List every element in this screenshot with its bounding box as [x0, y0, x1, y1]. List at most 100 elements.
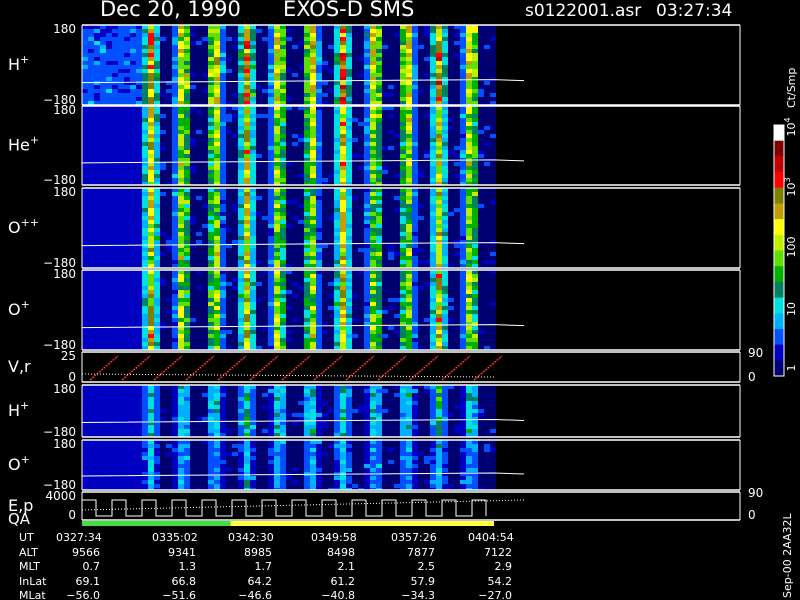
spectrogram-cell — [112, 326, 118, 330]
spectrogram-cell — [82, 150, 88, 154]
spectrogram-cell — [328, 37, 334, 41]
spectrogram-cell — [172, 286, 178, 290]
spectrogram-cell — [130, 69, 136, 73]
spectrogram-cell — [298, 248, 304, 252]
spectrogram-cell — [130, 166, 136, 170]
spectrogram-cell — [166, 166, 172, 170]
spectrogram-cell — [388, 126, 394, 130]
spectrogram-cell — [388, 73, 394, 77]
spectrogram-cell — [382, 53, 388, 57]
spectrogram-cell — [448, 252, 454, 256]
spectrogram-cell — [94, 330, 100, 334]
spectrogram-cell — [388, 162, 394, 166]
spectrogram-cell — [382, 146, 388, 150]
spectrogram-cell — [190, 216, 196, 220]
spectrogram-cell — [304, 204, 310, 208]
spectrogram-cell — [292, 146, 298, 150]
spectrogram-cell — [100, 65, 106, 69]
spectrogram-cell — [442, 53, 448, 57]
spectrogram-cell — [256, 240, 262, 244]
spectrogram-cell — [178, 294, 184, 298]
spectrogram-cell — [250, 294, 256, 298]
spectrogram-cell — [130, 89, 136, 93]
spectrogram-cell — [148, 224, 154, 228]
spectrogram-cell — [412, 154, 418, 158]
spectrogram-cell — [286, 260, 292, 264]
spectrogram-cell — [202, 158, 208, 162]
spectrogram-cell — [454, 142, 460, 146]
spectrogram-cell — [406, 170, 412, 174]
spectrogram-cell — [298, 216, 304, 220]
spectrogram-cell — [286, 162, 292, 166]
spectrogram-cell — [424, 57, 430, 61]
spectrogram-cell — [112, 118, 118, 122]
spectrogram-cell — [394, 162, 400, 166]
spectrogram-cell — [178, 330, 184, 334]
spectrogram-cell — [142, 110, 148, 114]
spectrogram-cell — [280, 208, 286, 212]
spectrogram-cell — [472, 97, 478, 101]
spectrogram-cell — [436, 232, 442, 236]
spectrogram-cell — [88, 282, 94, 286]
spectrogram-cell — [418, 122, 424, 126]
spectrogram-cell — [232, 196, 238, 200]
spectrogram-cell — [328, 178, 334, 182]
spectrogram-cell — [208, 89, 214, 93]
spectrogram-cell — [388, 45, 394, 49]
spectrogram-cell — [130, 282, 136, 286]
spectrogram-cell — [232, 178, 238, 182]
spectrogram-cell — [172, 154, 178, 158]
spectrogram-cell — [142, 256, 148, 260]
spectrogram-cell — [394, 49, 400, 53]
spectrogram-cell — [82, 216, 88, 220]
spectrogram-cell — [262, 126, 268, 130]
spectrogram-cell — [340, 29, 346, 33]
spectrogram-cell — [232, 166, 238, 170]
spectrogram-cell — [454, 240, 460, 244]
spectrogram-cell — [388, 154, 394, 158]
spectrogram-cell — [316, 69, 322, 73]
spectrogram-cell — [220, 41, 226, 45]
spectrogram-cell — [460, 73, 466, 77]
spectrogram-cell — [394, 200, 400, 204]
spectrogram-cell — [124, 274, 130, 278]
spectrogram-cell — [418, 69, 424, 73]
spectrogram-cell — [424, 142, 430, 146]
spectrogram-cell — [310, 45, 316, 49]
spectrogram-cell — [202, 73, 208, 77]
spectrogram-cell — [112, 192, 118, 196]
spectrogram-cell — [178, 290, 184, 294]
spectrogram-cell — [136, 65, 142, 69]
spectrogram-cell — [274, 89, 280, 93]
spectrogram-cell — [304, 61, 310, 65]
spectrogram-cell — [160, 274, 166, 278]
spectrogram-cell — [190, 29, 196, 33]
spectrogram-cell — [460, 33, 466, 37]
spectrogram-cell — [256, 110, 262, 114]
spectrogram-cell — [490, 122, 496, 126]
spectrogram-cell — [424, 154, 430, 158]
spectrogram-cell — [268, 330, 274, 334]
spectrogram-cell — [226, 29, 232, 33]
spectrogram-cell — [436, 97, 442, 101]
spectrogram-cell — [436, 142, 442, 146]
spectrogram-cell — [364, 29, 370, 33]
spectrogram-cell — [238, 334, 244, 338]
spectrogram-cell — [232, 65, 238, 69]
spectrogram-cell — [466, 33, 472, 37]
spectrogram-cell — [160, 158, 166, 162]
spectrogram-cell — [358, 220, 364, 224]
spectrogram-cell — [484, 49, 490, 53]
spectrogram-cell — [388, 85, 394, 89]
spectrogram-cell — [334, 65, 340, 69]
spectrogram-cell — [226, 322, 232, 326]
spectrogram-cell — [238, 232, 244, 236]
spectrogram-cell — [412, 196, 418, 200]
spectrogram-cell — [106, 310, 112, 314]
spectrogram-cell — [460, 252, 466, 256]
spectrogram-cell — [394, 126, 400, 130]
spectrogram-cell — [382, 142, 388, 146]
spectrogram-cell — [172, 146, 178, 150]
spectrogram-cell — [460, 142, 466, 146]
spectrogram-cell — [178, 154, 184, 158]
